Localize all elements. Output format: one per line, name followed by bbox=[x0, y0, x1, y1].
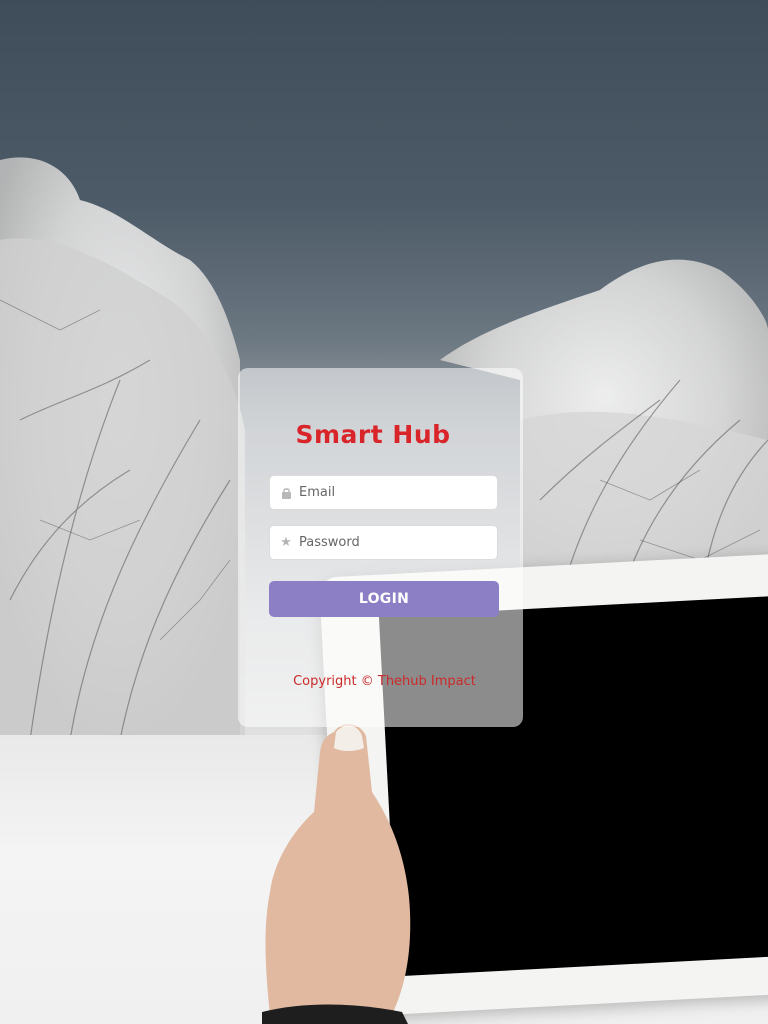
email-field[interactable] bbox=[269, 475, 498, 510]
password-input[interactable] bbox=[299, 535, 489, 550]
copyright-text: Copyright © Thehub Impact bbox=[293, 674, 476, 689]
login-button[interactable]: LOGIN bbox=[269, 581, 499, 617]
login-panel: Smart Hub ★ LOGIN Copyright © Thehub Imp… bbox=[238, 368, 523, 727]
lock-icon bbox=[278, 487, 294, 499]
email-input[interactable] bbox=[299, 485, 489, 500]
password-field[interactable]: ★ bbox=[269, 525, 498, 560]
hand-illustration bbox=[262, 724, 411, 1024]
star-icon: ★ bbox=[280, 535, 292, 550]
brand-logo: Smart Hub bbox=[295, 420, 451, 449]
